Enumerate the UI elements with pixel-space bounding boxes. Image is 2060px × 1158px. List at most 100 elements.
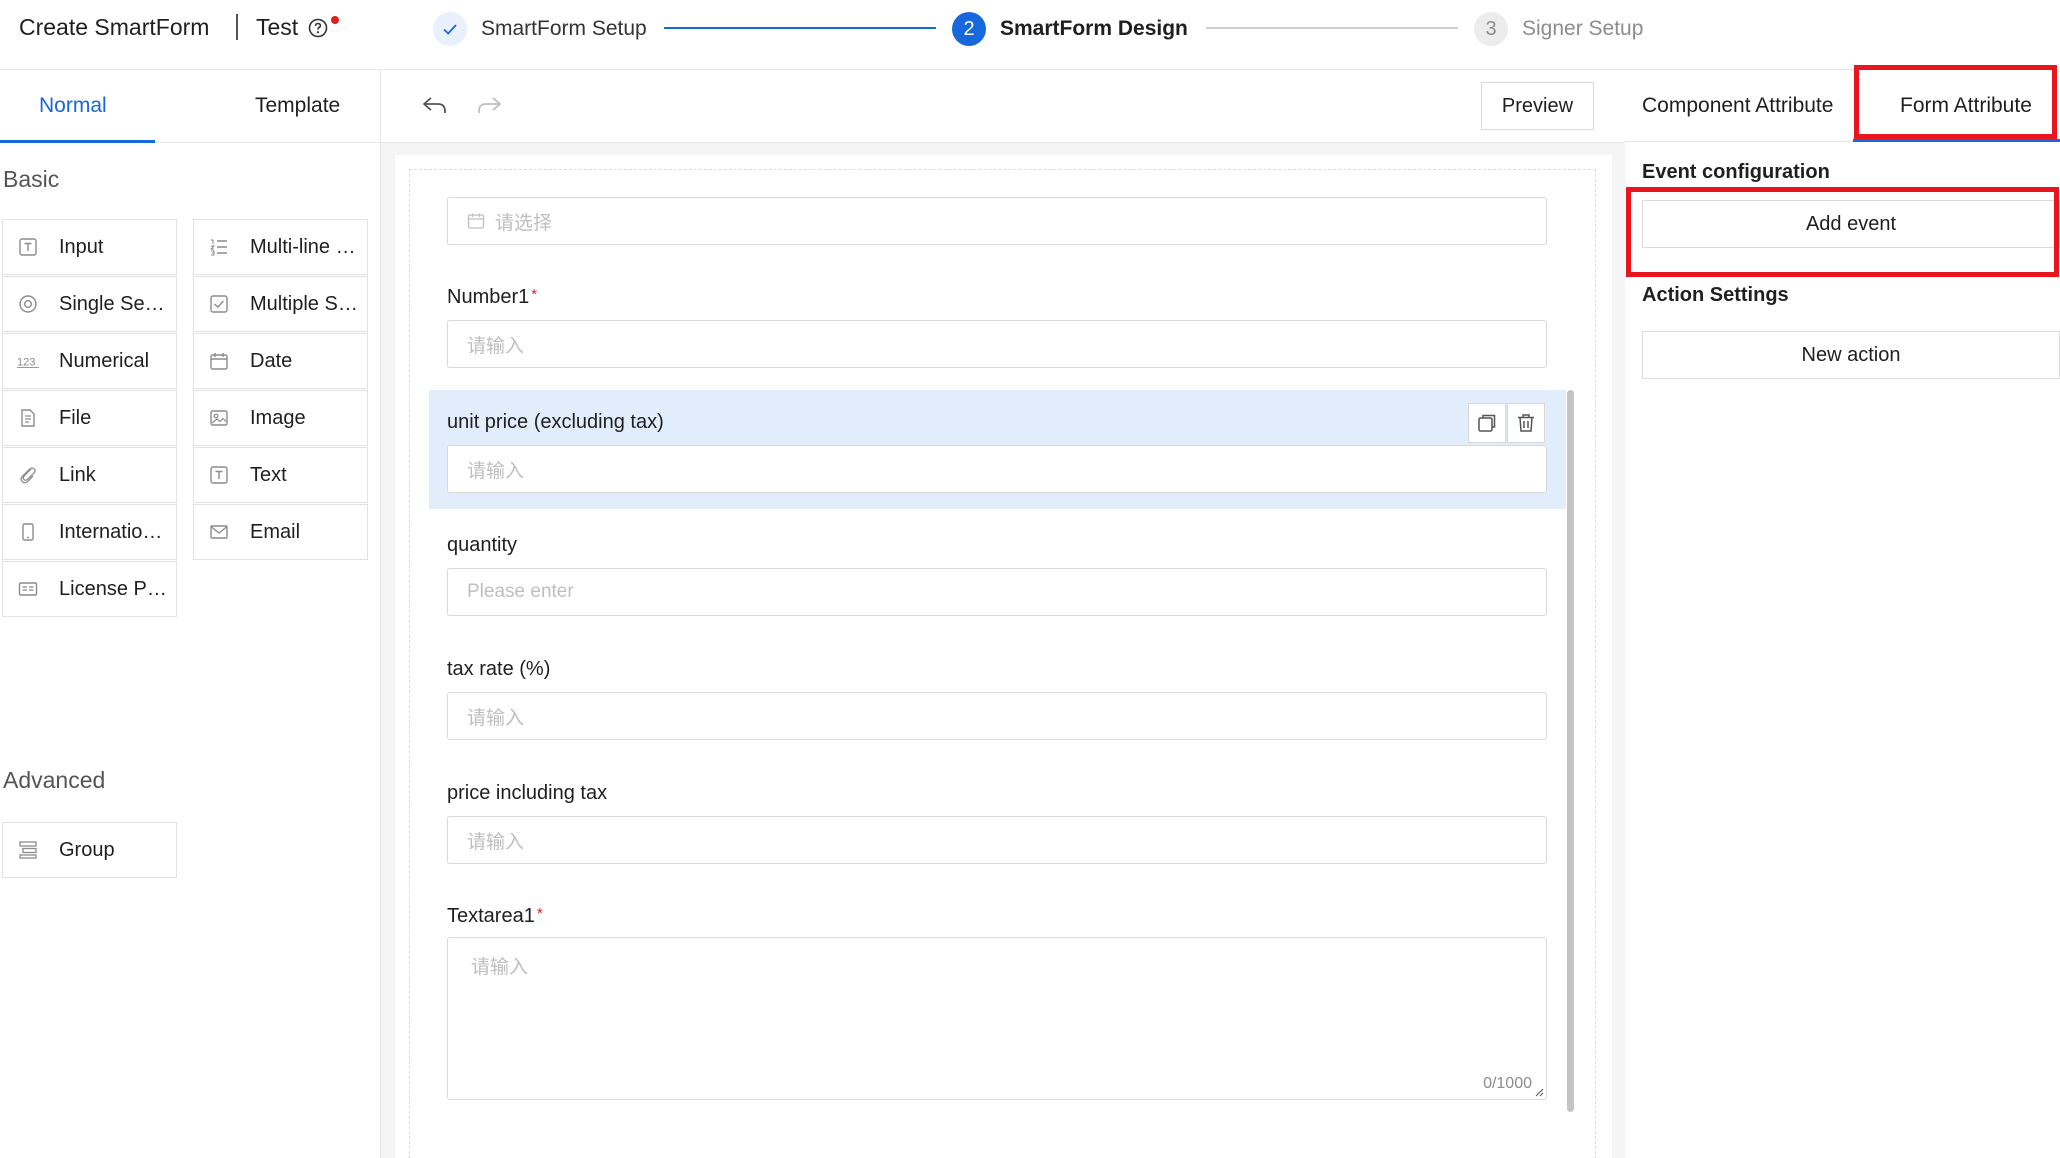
numeric-icon: 123 bbox=[17, 350, 39, 372]
label-text: price including tax bbox=[447, 782, 608, 804]
document-title: Test bbox=[256, 14, 299, 40]
component-panel: Normal Template Basic Input Multi-line I… bbox=[0, 70, 381, 1158]
field-label-tax-rate: tax rate (%) bbox=[447, 658, 550, 681]
placeholder: 请输入 bbox=[467, 707, 525, 729]
component-label: Input bbox=[59, 235, 104, 258]
resize-handle-icon[interactable] bbox=[1534, 1087, 1544, 1097]
trash-icon bbox=[1518, 414, 1534, 432]
quantity-input[interactable]: Please enter bbox=[447, 568, 1547, 616]
help-icon[interactable] bbox=[308, 18, 328, 38]
email-icon bbox=[208, 521, 230, 543]
undo-icon[interactable] bbox=[421, 92, 449, 120]
image-icon bbox=[208, 407, 230, 429]
label-text: tax rate (%) bbox=[447, 658, 551, 680]
preview-button[interactable]: Preview bbox=[1481, 82, 1594, 130]
required-mark: * bbox=[531, 286, 538, 303]
component-label: International Phone bbox=[59, 520, 169, 543]
char-counter: 0/1000 bbox=[1483, 1075, 1532, 1092]
component-numerical[interactable]: 123 Numerical bbox=[2, 333, 177, 389]
redo-icon[interactable] bbox=[475, 92, 503, 120]
component-label: Text bbox=[250, 463, 287, 486]
component-link[interactable]: Link bbox=[2, 447, 177, 503]
input-icon bbox=[17, 236, 39, 258]
label-text: Number1 bbox=[447, 286, 530, 308]
delete-field-button[interactable] bbox=[1507, 403, 1545, 443]
step-label: Signer Setup bbox=[1522, 17, 1644, 40]
tax-rate-input[interactable]: 请输入 bbox=[447, 692, 1547, 740]
attribute-panel: Component Attribute Form Attribute Event… bbox=[1625, 65, 2060, 1158]
component-label: Date bbox=[250, 349, 293, 372]
field-label-number1: Number1 * bbox=[447, 286, 537, 309]
step-number: 3 bbox=[1474, 12, 1508, 46]
text-icon bbox=[208, 464, 230, 486]
component-single-select[interactable]: Single Select bbox=[2, 276, 177, 332]
smartform-editor: Create SmartForm Test SmartForm Setup 2 … bbox=[0, 0, 2060, 1158]
label-text: unit price (excluding tax) bbox=[447, 411, 664, 433]
step-smartform-setup[interactable]: SmartForm Setup bbox=[433, 12, 647, 46]
placeholder: 请输入 bbox=[467, 460, 525, 482]
calendar-icon bbox=[208, 350, 230, 372]
tab-template[interactable]: Template bbox=[255, 94, 340, 118]
price-incl-tax-input[interactable]: 请输入 bbox=[447, 816, 1547, 864]
component-label: File bbox=[59, 406, 92, 429]
component-group[interactable]: Group bbox=[2, 822, 177, 878]
component-label: Multi-line Input bbox=[250, 235, 360, 258]
component-input[interactable]: Input bbox=[2, 219, 177, 275]
component-license-plate[interactable]: License Plate bbox=[2, 561, 177, 617]
component-image[interactable]: Image bbox=[193, 390, 368, 446]
tab-normal[interactable]: Normal bbox=[39, 94, 107, 118]
section-title-basic: Basic bbox=[3, 166, 60, 192]
header: Create SmartForm Test SmartForm Setup 2 … bbox=[0, 0, 2060, 70]
component-multiline-input[interactable]: Multi-line Input bbox=[193, 219, 368, 275]
placeholder: 请选择 bbox=[495, 212, 553, 234]
active-tab-indicator bbox=[0, 140, 155, 143]
check-icon bbox=[433, 12, 467, 46]
field-label-textarea1: Textarea1 * bbox=[447, 905, 543, 928]
action-settings-title: Action Settings bbox=[1642, 284, 1789, 306]
unsaved-indicator bbox=[331, 16, 339, 24]
component-file[interactable]: File bbox=[2, 390, 177, 446]
radio-icon bbox=[17, 293, 39, 315]
event-configuration-title: Event configuration bbox=[1642, 161, 1830, 183]
step-number: 2 bbox=[952, 12, 986, 46]
canvas-scrollbar[interactable] bbox=[1567, 390, 1574, 1112]
app-title: Create SmartForm bbox=[19, 14, 210, 40]
calendar-icon bbox=[467, 213, 485, 229]
tab-component-attribute[interactable]: Component Attribute bbox=[1642, 94, 1833, 118]
component-text[interactable]: Text bbox=[193, 447, 368, 503]
field-label-price-incl-tax: price including tax bbox=[447, 782, 607, 805]
field-label-quantity: quantity bbox=[447, 534, 517, 557]
step-label: SmartForm Design bbox=[1000, 17, 1188, 40]
component-email[interactable]: Email bbox=[193, 504, 368, 560]
checkbox-icon bbox=[208, 293, 230, 315]
highlight-box-form-attribute bbox=[1854, 65, 2057, 139]
component-international-phone[interactable]: International Phone bbox=[2, 504, 177, 560]
section-title-advanced: Advanced bbox=[3, 767, 106, 793]
step-label: SmartForm Setup bbox=[481, 17, 647, 40]
new-action-button[interactable]: New action bbox=[1642, 331, 2060, 379]
component-label: Group bbox=[59, 838, 115, 861]
date-select-field[interactable]: 请选择 bbox=[447, 197, 1547, 245]
component-multiple-select[interactable]: Multiple Select bbox=[193, 276, 368, 332]
step-signer-setup[interactable]: 3 Signer Setup bbox=[1474, 12, 1643, 46]
unit-price-input[interactable]: 请输入 bbox=[447, 445, 1547, 493]
copy-field-button[interactable] bbox=[1468, 403, 1506, 443]
label-text: quantity bbox=[447, 534, 518, 556]
highlight-box-add-event bbox=[1626, 187, 2059, 277]
step-smartform-design[interactable]: 2 SmartForm Design bbox=[952, 12, 1188, 46]
component-date[interactable]: Date bbox=[193, 333, 368, 389]
component-label: Email bbox=[250, 520, 301, 543]
placeholder: Please enter bbox=[467, 581, 574, 602]
file-icon bbox=[17, 407, 39, 429]
design-toolbar: Preview bbox=[381, 70, 1625, 143]
component-label: Link bbox=[59, 463, 96, 486]
component-label: Numerical bbox=[59, 349, 150, 372]
textarea1-input[interactable]: 请输入 0/1000 bbox=[447, 937, 1547, 1100]
multiline-icon bbox=[208, 236, 230, 258]
step-connector bbox=[1206, 27, 1458, 29]
svg-text:123: 123 bbox=[17, 357, 35, 369]
title-divider bbox=[236, 14, 238, 40]
number1-input[interactable]: 请输入 bbox=[447, 320, 1547, 368]
component-label: Image bbox=[250, 406, 306, 429]
component-label: Single Select bbox=[59, 292, 169, 315]
